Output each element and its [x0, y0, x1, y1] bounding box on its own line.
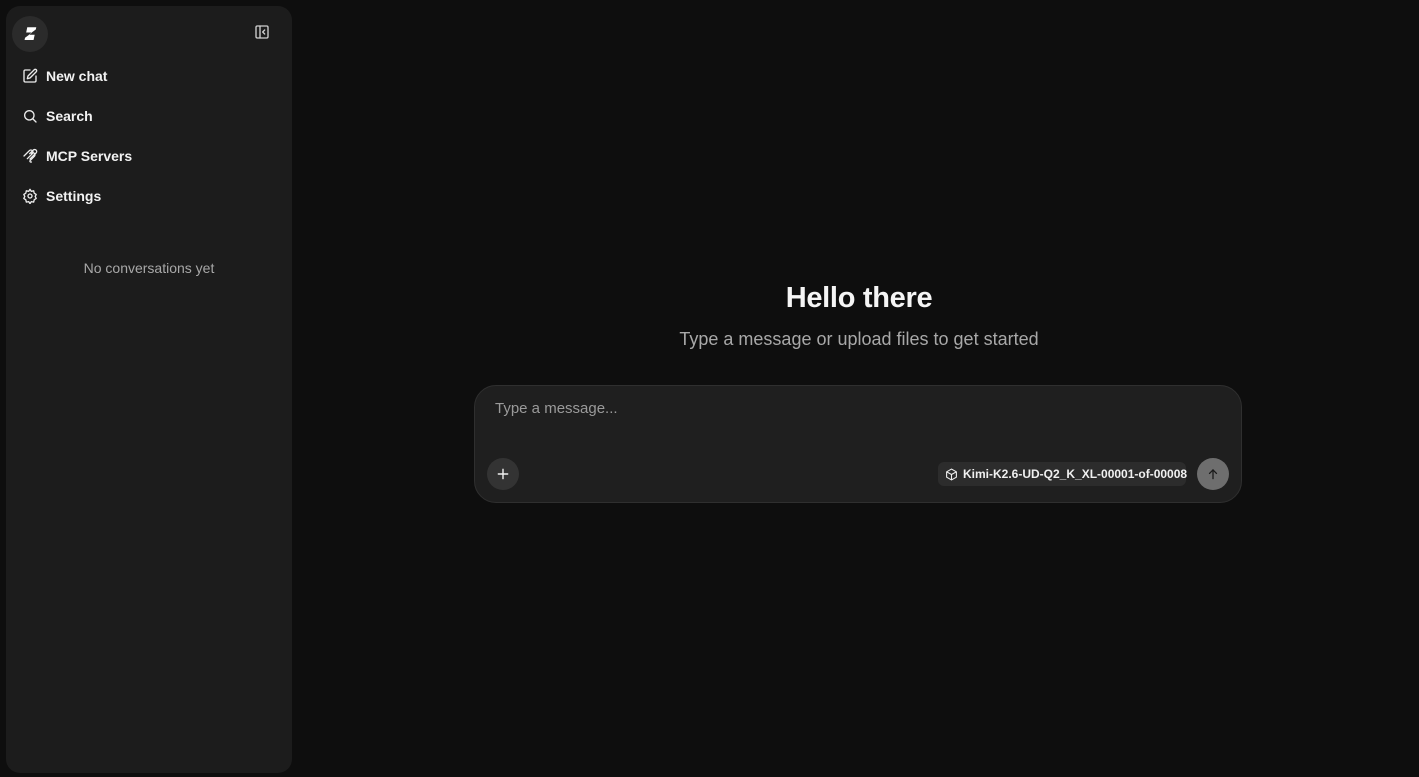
no-conversations-text: No conversations yet: [83, 260, 215, 276]
sidebar-item-settings[interactable]: Settings: [6, 176, 292, 216]
sidebar-item-label: Settings: [46, 188, 102, 204]
plus-icon: [496, 467, 510, 481]
sidebar: New chat Search MCP Servers Settings No …: [6, 6, 292, 773]
sidebar-item-label: New chat: [46, 68, 108, 84]
page-title: Hello there: [785, 282, 933, 314]
sidebar-item-label: Search: [46, 108, 93, 124]
attach-button[interactable]: [487, 458, 519, 490]
model-name: Kimi-K2.6-UD-Q2_K_XL-00001-of-00008: [963, 467, 1188, 481]
cube-icon: [945, 468, 958, 481]
sidebar-item-new-chat[interactable]: New chat: [6, 56, 292, 96]
message-composer: Kimi-K2.6-UD-Q2_K_XL-00001-of-00008: [474, 385, 1242, 503]
sidebar-item-search[interactable]: Search: [6, 96, 292, 136]
send-button[interactable]: [1197, 458, 1229, 490]
mcp-icon: [22, 148, 38, 164]
lightning-logo-icon[interactable]: [12, 16, 48, 52]
model-selector[interactable]: Kimi-K2.6-UD-Q2_K_XL-00001-of-00008: [938, 462, 1188, 486]
sidebar-item-label: MCP Servers: [46, 148, 133, 164]
edit-icon: [22, 68, 38, 84]
search-icon: [22, 108, 38, 124]
sidebar-collapse-icon[interactable]: [252, 22, 272, 42]
sidebar-item-mcp-servers[interactable]: MCP Servers: [6, 136, 292, 176]
message-input[interactable]: [495, 400, 1215, 440]
page-subtitle: Type a message or upload files to get st…: [679, 329, 1039, 349]
arrow-up-icon: [1206, 467, 1220, 481]
gear-icon: [22, 188, 38, 204]
sidebar-nav: New chat Search MCP Servers Settings: [6, 56, 292, 216]
app-window: New chat Search MCP Servers Settings No …: [0, 0, 1419, 777]
